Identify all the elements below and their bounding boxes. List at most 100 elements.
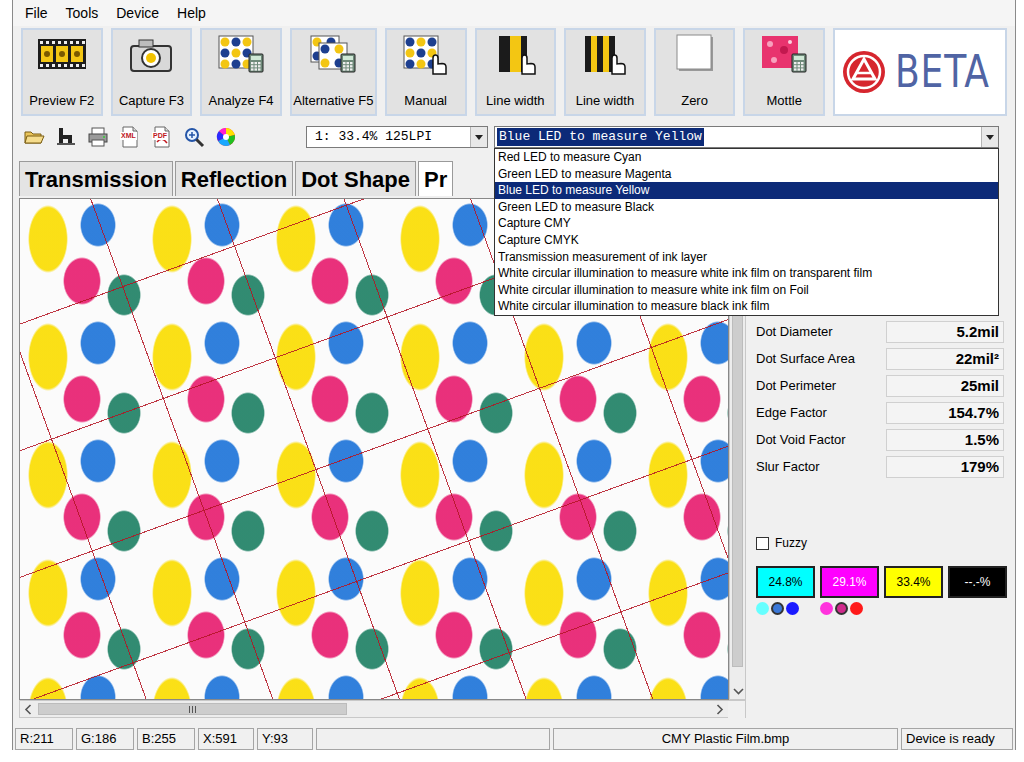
scroll-track[interactable]	[37, 701, 711, 717]
toolbar-button[interactable]: Analyze F4	[200, 28, 282, 116]
line-width-stripes-icon	[579, 34, 631, 78]
dropdown-option[interactable]: White circular illumination to measure w…	[495, 282, 998, 299]
status-field	[316, 728, 550, 750]
line-width-icon	[489, 34, 541, 78]
ink-column: --.-%	[948, 566, 1007, 616]
zoom-icon[interactable]	[181, 124, 207, 150]
status-field: G:186	[76, 728, 134, 750]
dot-row	[948, 602, 1007, 616]
menu-item[interactable]: File	[17, 1, 58, 25]
dropdown-option[interactable]: Capture CMY	[495, 215, 998, 232]
toolbar-button[interactable]: Zero	[654, 28, 736, 116]
ink-column: 33.4%	[884, 566, 943, 616]
ink-box: 33.4%	[884, 566, 943, 598]
metric-value: 5.2mil	[886, 321, 1004, 343]
checkbox[interactable]	[756, 537, 769, 550]
stamp-icon[interactable]	[53, 124, 79, 150]
tab[interactable]: Transmission	[19, 161, 173, 196]
dot-row	[820, 602, 879, 616]
dropdown-option[interactable]: Green LED to measure Black	[495, 199, 998, 216]
metric-row: Edge Factor154.7%	[756, 399, 1009, 426]
dropdown-option[interactable]: Capture CMYK	[495, 232, 998, 249]
metric-row: Dot Void Factor1.5%	[756, 426, 1009, 453]
metric-row: Dot Surface Area22mil²	[756, 345, 1009, 372]
mode-select[interactable]: Blue LED to measure Yellow	[494, 126, 999, 148]
color-dot	[820, 602, 833, 615]
dropdown-option[interactable]: Blue LED to measure Yellow	[495, 182, 998, 199]
status-field: X:591	[198, 728, 254, 750]
dropdown-option[interactable]: Red LED to measure Cyan	[495, 149, 998, 166]
scroll-down-icon[interactable]	[730, 682, 747, 699]
hand-pointer-icon	[400, 34, 452, 78]
scroll-thumb[interactable]	[38, 703, 347, 715]
dropdown-arrow-icon[interactable]	[981, 127, 998, 147]
horizontal-scrollbar[interactable]	[19, 700, 746, 718]
scroll-corner	[728, 701, 745, 718]
dropdown-option[interactable]: Transmission measurement of ink layer	[495, 249, 998, 266]
dropdown-list[interactable]: Red LED to measure CyanGreen LED to meas…	[494, 148, 999, 316]
open-folder-icon[interactable]	[21, 124, 47, 150]
mottle-calculator-icon	[758, 34, 810, 78]
toolbar-button[interactable]: Line width	[564, 28, 646, 116]
status-field: Y:93	[257, 728, 313, 750]
metric-value: 25mil	[886, 375, 1004, 397]
color-wheel-icon[interactable]	[213, 124, 239, 150]
film-icon	[36, 34, 88, 78]
icon-group: XMLPDF	[21, 124, 301, 150]
scroll-right-icon[interactable]	[711, 701, 728, 718]
metric-row: Slur Factor179%	[756, 453, 1009, 480]
tab[interactable]: Dot Shape	[295, 161, 416, 196]
menu-item[interactable]: Help	[169, 1, 216, 25]
dropdown-option[interactable]: White circular illumination to measure b…	[495, 298, 998, 315]
toolbar-button[interactable]: Mottle	[743, 28, 825, 116]
xml-file-icon[interactable]: XML	[117, 124, 143, 150]
blank-square-icon	[669, 34, 721, 78]
color-dot	[786, 602, 799, 615]
tool-strip: XMLPDF1: 33.4% 125LPIBlue LED to measure…	[13, 120, 1015, 154]
toolbar-button[interactable]: Capture F3	[111, 28, 193, 116]
mode-select-wrap: Blue LED to measure YellowRed LED to mea…	[494, 126, 999, 148]
status-field: Device is ready	[901, 728, 1013, 750]
ink-values: 24.8%29.1%33.4%--.-%	[756, 566, 1009, 616]
ink-column: 24.8%	[756, 566, 815, 616]
tab[interactable]: Pr	[418, 161, 453, 196]
toolbar-button[interactable]: Line width	[475, 28, 557, 116]
metric-value: 179%	[886, 456, 1004, 478]
toolbar-button[interactable]: Alternative F5	[290, 28, 377, 116]
color-dot	[850, 602, 863, 615]
ink-box: 29.1%	[820, 566, 879, 598]
menu-item[interactable]: Tools	[58, 1, 109, 25]
beta-logo: BETA	[833, 28, 1007, 116]
menu-item[interactable]: Device	[108, 1, 169, 25]
status-bar: R:211G:186B:255X:591Y:93CMY Plastic Film…	[13, 728, 1015, 750]
tab[interactable]: Reflection	[175, 161, 293, 196]
toolbar-button[interactable]: Manual	[385, 28, 467, 116]
scroll-left-icon[interactable]	[20, 701, 37, 718]
ink-box: 24.8%	[756, 566, 815, 598]
metric-row: Dot Perimeter25mil	[756, 372, 1009, 399]
dot-row	[756, 602, 815, 616]
fuzzy-checkbox[interactable]: Fuzzy	[756, 534, 1009, 552]
camera-icon	[125, 34, 177, 78]
metric-row: Dot Diameter5.2mil	[756, 318, 1009, 345]
dot-row	[884, 602, 943, 616]
color-dot	[835, 602, 848, 615]
ink-column: 29.1%	[820, 566, 879, 616]
printer-icon[interactable]	[85, 124, 111, 150]
dropdown-option[interactable]: Green LED to measure Magenta	[495, 166, 998, 183]
menu-bar: FileToolsDeviceHelp	[13, 0, 1015, 26]
app-window: FileToolsDeviceHelp Preview F2Capture F3…	[12, 0, 1016, 750]
status-field: B:255	[137, 728, 195, 750]
beta-emblem-icon	[841, 49, 887, 95]
toolbar-button[interactable]: Preview F2	[21, 28, 103, 116]
color-dot	[756, 602, 769, 615]
dropdown-arrow-icon[interactable]	[470, 127, 487, 147]
metric-value: 154.7%	[886, 402, 1004, 424]
pdf-file-icon[interactable]: PDF	[149, 124, 175, 150]
color-dot	[771, 602, 784, 615]
metric-value: 22mil²	[886, 348, 1004, 370]
toolbar: Preview F2Capture F3Analyze F4Alternativ…	[13, 26, 1015, 120]
status-field: CMY Plastic Film.bmp	[553, 728, 898, 750]
dropdown-option[interactable]: White circular illumination to measure w…	[495, 265, 998, 282]
screen-select[interactable]: 1: 33.4% 125LPI	[306, 126, 488, 148]
